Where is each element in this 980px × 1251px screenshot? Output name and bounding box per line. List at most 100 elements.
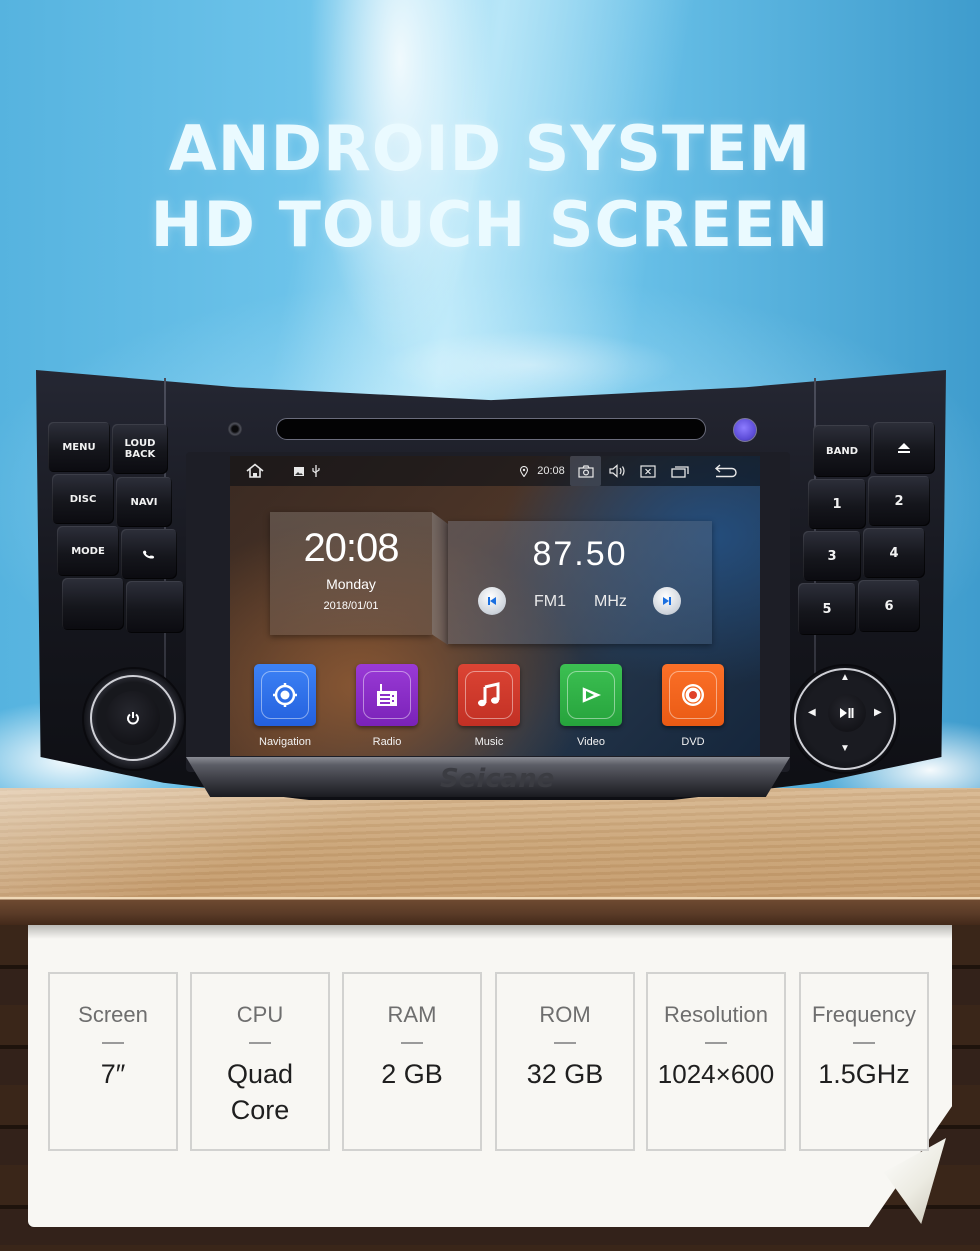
preset-4-label: 4 <box>889 545 899 561</box>
skip-next-icon <box>663 597 671 605</box>
navigation-tile-inner <box>261 671 309 719</box>
image-notification <box>292 456 306 486</box>
app-label-radio: Radio <box>372 736 402 748</box>
recent-apps-icon <box>671 465 689 478</box>
spec-value: Quad Core <box>226 1059 294 1125</box>
loud-back-button-label: LOUD BACK <box>124 438 156 460</box>
volume-button[interactable] <box>606 456 630 486</box>
app-label-video: Video <box>577 736 605 748</box>
app-radio[interactable]: Radio <box>356 664 418 748</box>
music-note-icon <box>478 682 500 707</box>
home-icon <box>246 463 264 478</box>
dpad-down-icon[interactable]: ▼ <box>840 744 850 754</box>
cloud-decoration <box>380 330 680 400</box>
dpad-up-icon[interactable]: ▲ <box>840 673 850 683</box>
disc-icon <box>682 684 704 706</box>
clock-widget[interactable]: 20:08 Monday 2018/01/01 <box>270 512 432 635</box>
screenshot-button[interactable] <box>570 456 601 486</box>
spec-divider <box>401 1042 423 1044</box>
dvd-tile <box>662 664 724 726</box>
spec-divider <box>853 1042 875 1044</box>
preset-4-button[interactable]: 4 <box>863 528 925 578</box>
disc-button[interactable]: DISC <box>52 474 114 524</box>
radio-tile <box>356 664 418 726</box>
camera-icon <box>577 464 594 478</box>
disc-slot[interactable] <box>276 418 706 440</box>
blank-button-left-2[interactable] <box>126 581 184 633</box>
back-icon <box>714 464 737 478</box>
power-button[interactable] <box>106 691 160 745</box>
status-time: 20:08 <box>537 465 565 477</box>
radio-widget[interactable]: 87.50 FM1 MHz <box>448 521 712 644</box>
spec-frequency: Frequency 1.5GHz <box>799 972 929 1151</box>
radio-prev-button[interactable] <box>478 587 506 615</box>
radio-next-button[interactable] <box>653 587 681 615</box>
clock-day: Monday <box>326 576 376 592</box>
navigation-tile <box>254 664 316 726</box>
preset-1-button[interactable]: 1 <box>808 479 866 529</box>
app-music[interactable]: Music <box>458 664 520 748</box>
clock-widget-side <box>432 512 448 645</box>
back-button[interactable] <box>710 456 742 486</box>
menu-button[interactable]: MENU <box>48 422 110 472</box>
preset-5-button[interactable]: 5 <box>798 583 856 635</box>
play-pause-button[interactable] <box>828 694 866 732</box>
spec-label: ROM <box>539 1002 591 1027</box>
home-button[interactable] <box>242 456 268 486</box>
usb-icon <box>312 465 320 477</box>
dpad-right-icon[interactable]: ▶ <box>874 708 882 718</box>
wooden-table-top <box>0 788 980 898</box>
touch-screen: 20:08 20:08 Monday 2018/01/01 87.50 FM1 … <box>230 456 760 756</box>
location-indicator <box>518 456 530 486</box>
loud-back-button[interactable]: LOUD BACK <box>112 424 168 474</box>
preset-6-button[interactable]: 6 <box>858 580 920 632</box>
close-app-button[interactable] <box>636 456 660 486</box>
dvd-tile-inner <box>669 671 717 719</box>
brand-logo: Seicane <box>440 764 555 794</box>
status-bar: 20:08 <box>230 456 760 486</box>
wooden-table-edge <box>0 897 980 925</box>
video-tile-inner <box>567 671 615 719</box>
music-tile <box>458 664 520 726</box>
phone-button[interactable] <box>121 529 177 579</box>
preset-2-button[interactable]: 2 <box>868 476 930 526</box>
dpad-left-icon[interactable]: ◀ <box>808 708 816 718</box>
spec-value: 32 GB <box>526 1059 604 1089</box>
preset-3-button[interactable]: 3 <box>803 531 861 581</box>
mode-button[interactable]: MODE <box>57 526 119 576</box>
spec-divider <box>102 1042 124 1044</box>
usb-notification <box>310 456 322 486</box>
skip-previous-icon <box>488 597 496 605</box>
app-video[interactable]: Video <box>560 664 622 748</box>
app-label-music: Music <box>474 736 504 748</box>
preset-2-label: 2 <box>894 493 904 509</box>
menu-button-label: MENU <box>62 441 96 453</box>
app-navigation[interactable]: Navigation <box>254 664 316 748</box>
play-pause-icon <box>840 708 854 718</box>
purple-led-button[interactable] <box>733 418 757 442</box>
blank-button-left-1[interactable] <box>62 578 124 630</box>
app-label-navigation: Navigation <box>259 736 311 748</box>
power-icon <box>127 712 139 725</box>
eject-button[interactable] <box>873 422 935 474</box>
radio-tile-inner <box>363 671 411 719</box>
phone-icon <box>142 550 155 559</box>
spec-label: CPU <box>236 1002 284 1027</box>
preset-5-label: 5 <box>822 601 832 617</box>
spec-label: Resolution <box>664 1002 768 1027</box>
navi-button[interactable]: NAVI <box>116 477 172 527</box>
recent-apps-button[interactable] <box>668 456 692 486</box>
spec-value: 7″ <box>100 1059 126 1089</box>
spec-label: Screen <box>78 1002 148 1027</box>
app-dvd[interactable]: DVD <box>662 664 724 748</box>
headline-line-2: HD TOUCH SCREEN <box>150 188 830 261</box>
music-tile-inner <box>465 671 513 719</box>
video-play-icon <box>581 687 601 703</box>
eject-icon <box>898 443 910 453</box>
band-button[interactable]: BAND <box>813 425 871 477</box>
spec-value: 1024×600 <box>657 1059 775 1089</box>
mode-button-label: MODE <box>71 545 105 557</box>
radio-frequency: 87.50 <box>532 535 628 573</box>
location-icon <box>520 465 528 477</box>
spec-cpu: CPU Quad Core <box>190 972 330 1151</box>
